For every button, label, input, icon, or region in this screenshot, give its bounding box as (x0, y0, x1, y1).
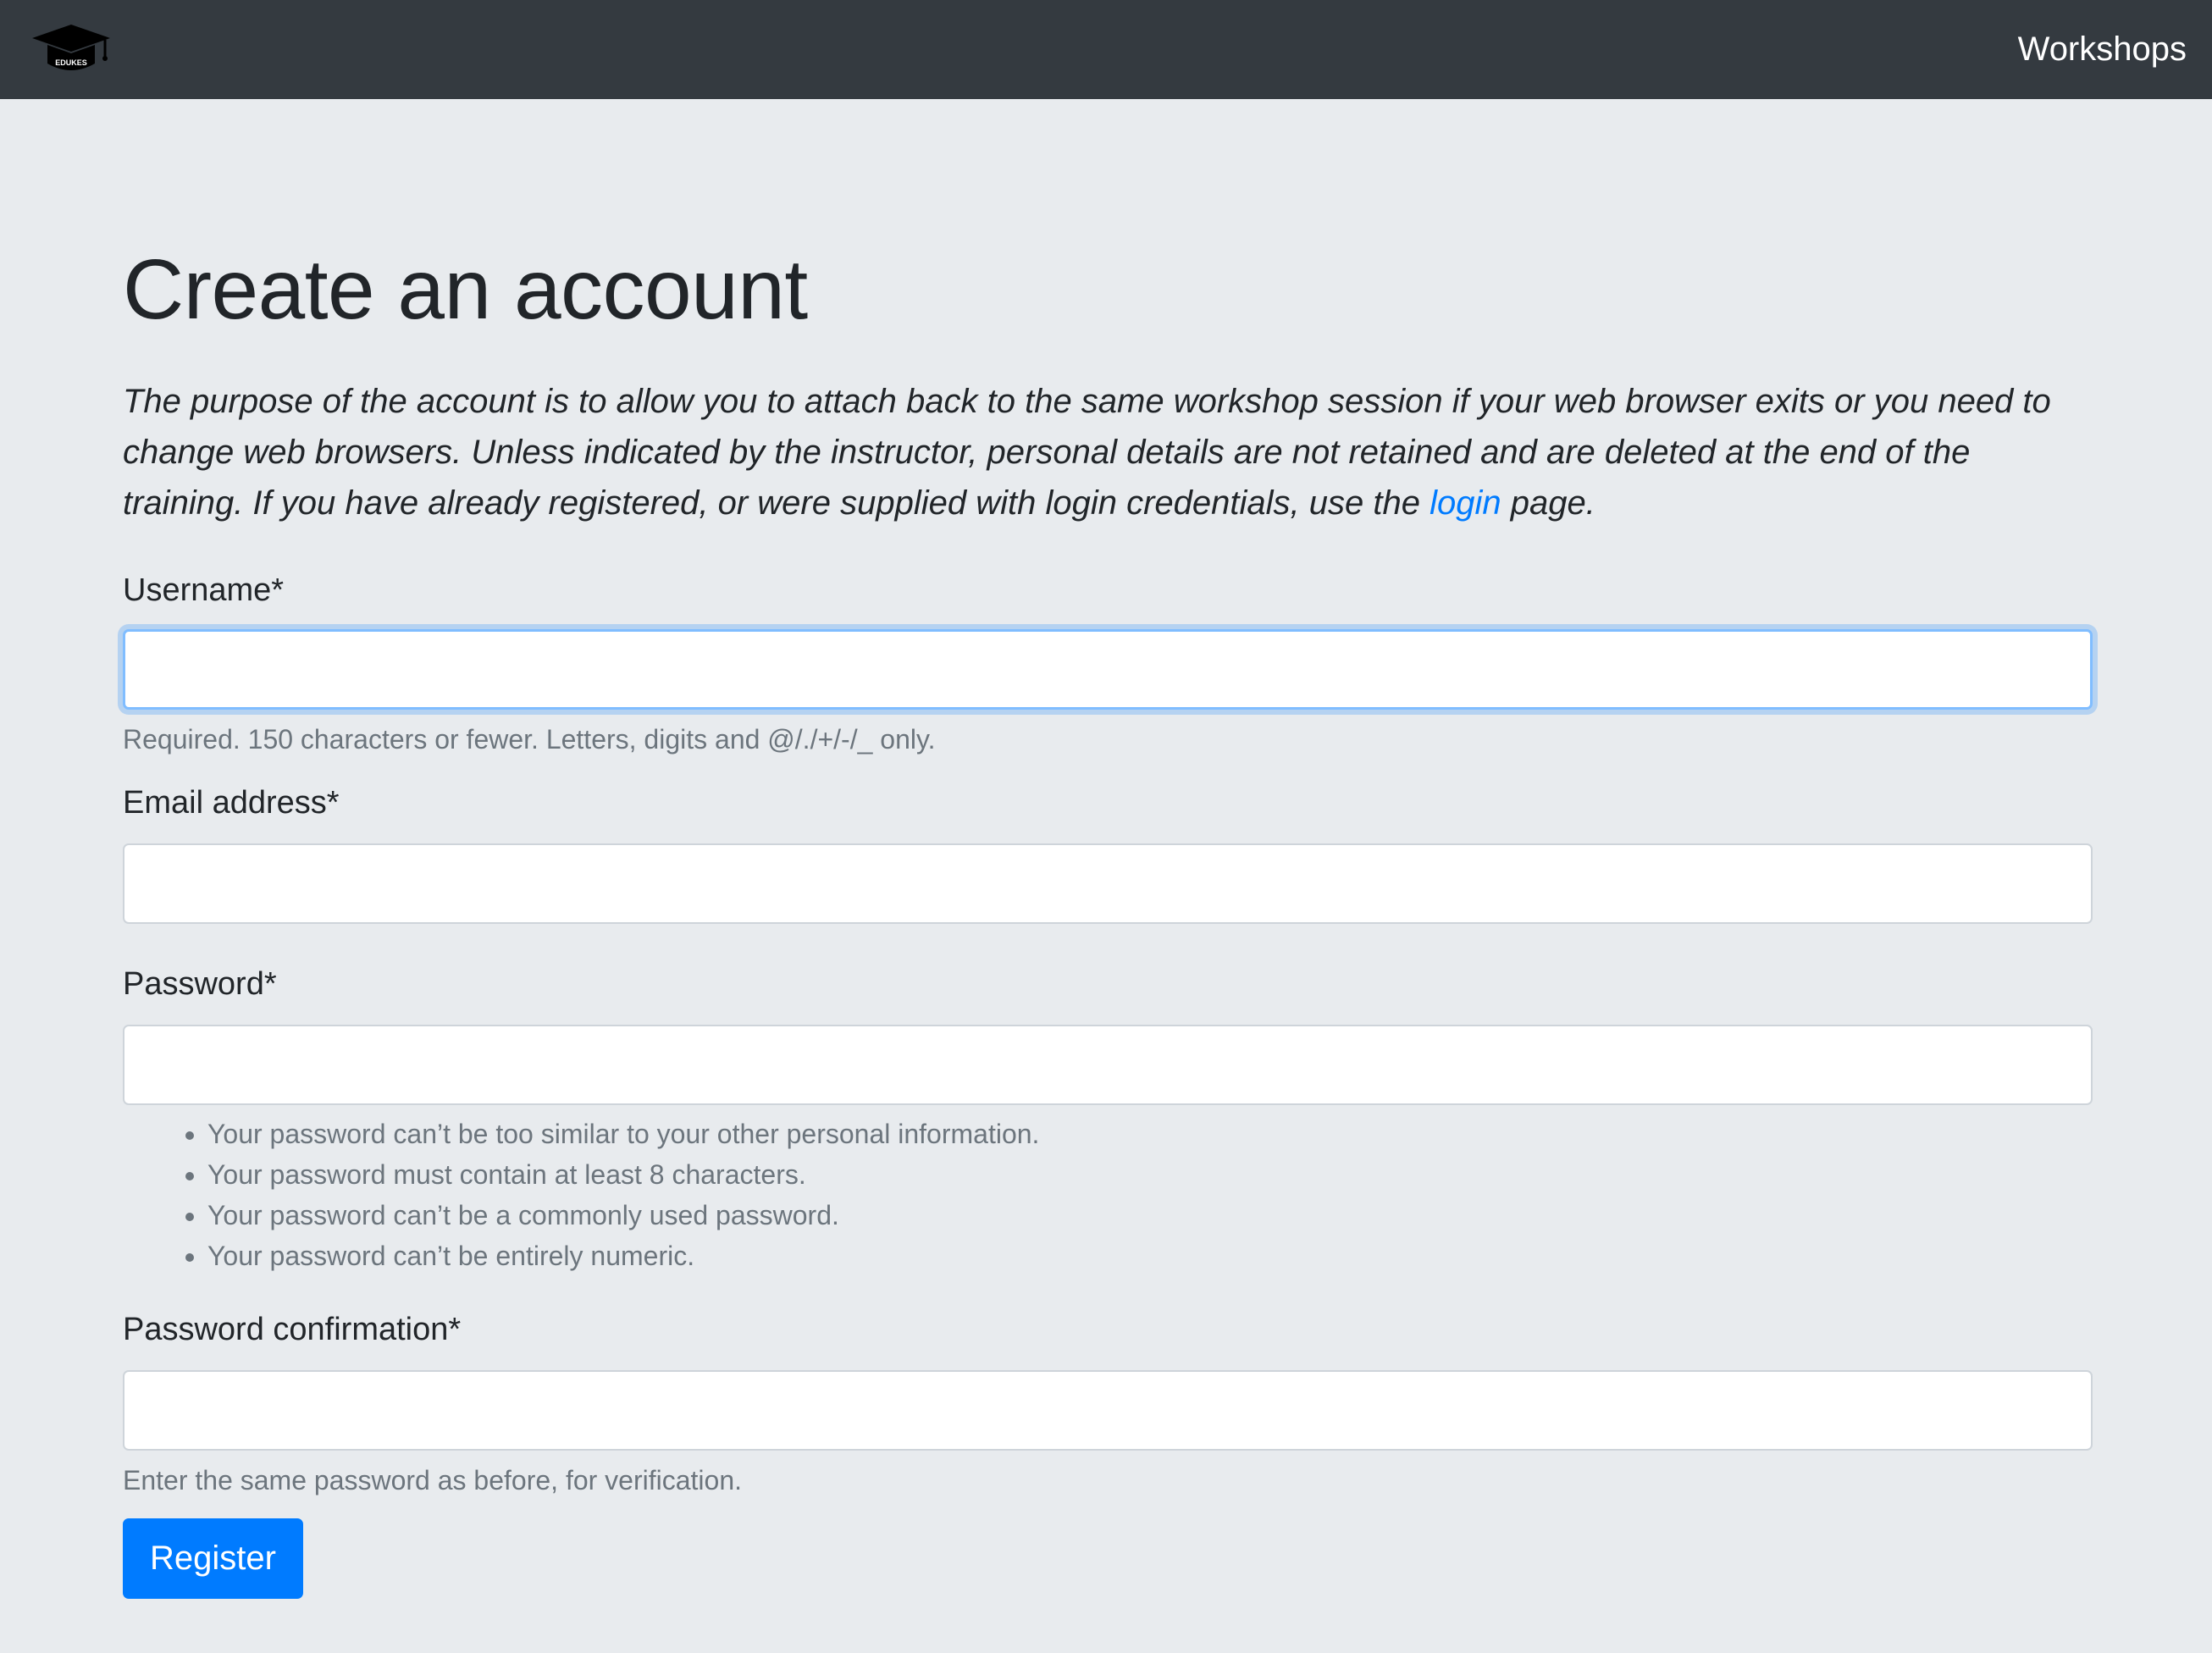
top-navbar: EDUKES Workshops (0, 0, 2212, 99)
password-confirmation-input[interactable] (123, 1370, 2093, 1451)
register-form: Username* Required. 150 characters or fe… (123, 571, 2093, 1599)
svg-text:EDUKES: EDUKES (55, 58, 87, 67)
username-label: Username* (123, 572, 285, 608)
username-group: Username* Required. 150 characters or fe… (123, 571, 2093, 756)
intro-suffix: page. (1501, 484, 1595, 522)
intro-text: The purpose of the account is to allow y… (123, 383, 2051, 522)
username-help-text: Required. 150 characters or fewer. Lette… (123, 724, 936, 755)
graduation-cap-icon: EDUKES (32, 24, 110, 70)
register-button[interactable]: Register (123, 1518, 303, 1599)
password-label: Password* (123, 966, 277, 1002)
password-help-list: Your password can’t be too similar to yo… (123, 1114, 2089, 1276)
login-link[interactable]: login (1430, 484, 1501, 522)
username-input[interactable] (123, 629, 2093, 710)
intro-paragraph: The purpose of the account is to allow y… (123, 376, 2096, 528)
password-help-item: Your password can’t be a commonly used p… (207, 1195, 2089, 1236)
password-help-item: Your password can’t be too similar to yo… (207, 1114, 2089, 1154)
nav-link-workshops[interactable]: Workshops (2018, 30, 2187, 69)
password-input[interactable] (123, 1025, 2093, 1105)
password-confirmation-group: Password confirmation* Enter the same pa… (123, 1310, 2093, 1497)
page-title: Create an account (123, 242, 808, 337)
password-help-item: Your password can’t be entirely numeric. (207, 1236, 2089, 1276)
password-help-item: Your password must contain at least 8 ch… (207, 1154, 2089, 1195)
email-group: Email address* (123, 783, 2093, 924)
main-content: Create an account The purpose of the acc… (0, 247, 2212, 1599)
brand-logo-link[interactable]: EDUKES (30, 23, 112, 77)
password-confirmation-help-text: Enter the same password as before, for v… (123, 1465, 743, 1495)
email-input[interactable] (123, 843, 2093, 924)
email-label: Email address* (123, 785, 340, 821)
password-confirmation-label: Password confirmation* (123, 1312, 462, 1347)
password-group: Password* Your password can’t be too sim… (123, 965, 2093, 1276)
